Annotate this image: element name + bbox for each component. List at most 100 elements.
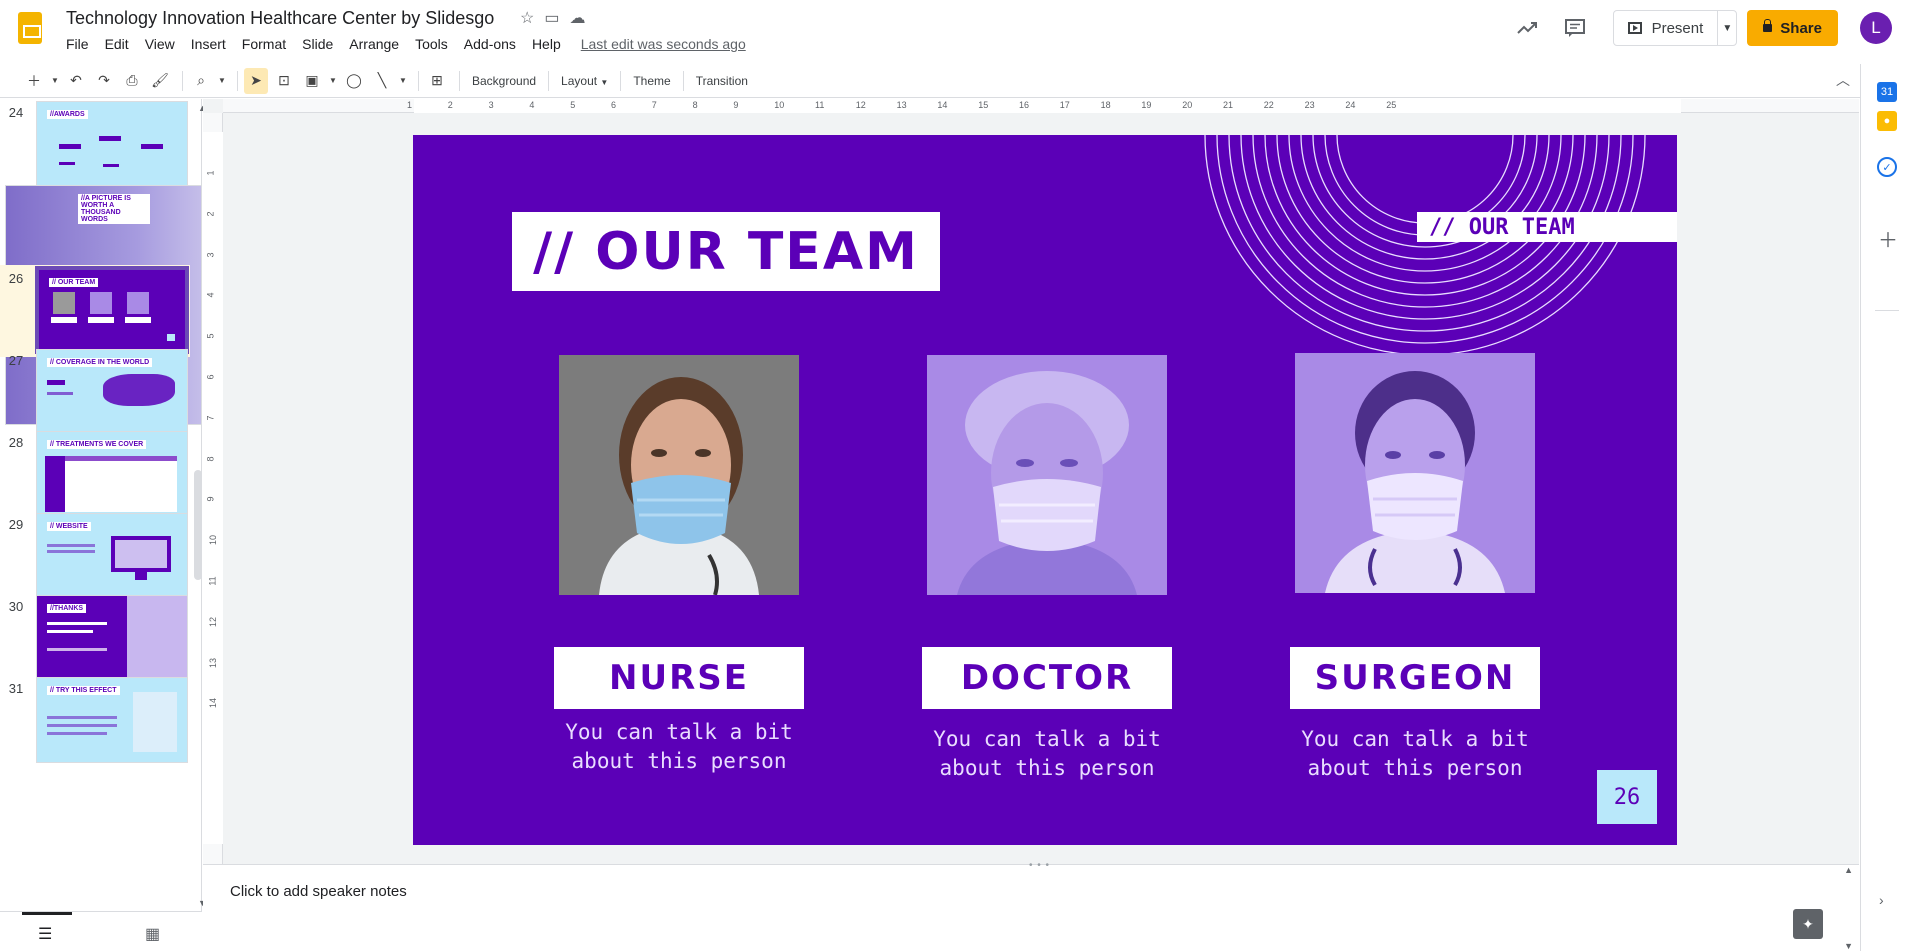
tasks-icon[interactable]: ✓ <box>1877 157 1897 177</box>
menu-insert[interactable]: Insert <box>183 35 234 53</box>
doctor-role-box[interactable]: DOCTOR <box>922 647 1172 709</box>
nurse-role-box[interactable]: NURSE <box>554 647 804 709</box>
nurse-photo[interactable] <box>559 355 799 595</box>
menu-file[interactable]: File <box>58 35 97 53</box>
share-label: Share <box>1780 19 1822 37</box>
insert-image-dropdown-icon[interactable]: ▼ <box>328 68 338 94</box>
slide-title[interactable]: // OUR TEAM <box>512 212 940 291</box>
ruler-tick-label: 20 <box>1182 100 1193 110</box>
redo-icon[interactable]: ↷ <box>92 68 116 94</box>
side-panel-divider <box>1875 310 1899 311</box>
slide-thumbnail-24[interactable]: //AWARDS <box>36 101 188 187</box>
menu-format[interactable]: Format <box>234 35 294 53</box>
last-edit-link[interactable]: Last edit was seconds ago <box>581 36 746 52</box>
paint-format-icon[interactable]: 🖌 <box>148 68 172 94</box>
present-button-group: Present ▼ <box>1612 10 1738 46</box>
doctor-description[interactable]: You can talk a bit about this person <box>922 725 1172 783</box>
vertical-ruler[interactable]: 1 2 3 4 5 6 7 8 9 10 11 12 13 14 <box>203 113 223 864</box>
decorative-arcs <box>1204 135 1646 356</box>
move-folder-icon[interactable]: ▭ <box>544 8 559 28</box>
line-icon[interactable]: ╲ <box>370 68 394 94</box>
new-slide-icon[interactable]: ＋ <box>22 68 46 94</box>
corner-title-label[interactable]: // OUR TEAM <box>1417 212 1677 242</box>
ruler-tick-label: 13 <box>896 100 907 110</box>
slide-number: 31 <box>8 681 24 696</box>
comments-icon[interactable] <box>1555 10 1595 46</box>
surgeon-description[interactable]: You can talk a bit about this person <box>1290 725 1540 783</box>
print-icon[interactable]: ⎙ <box>120 68 144 94</box>
cloud-status-icon[interactable]: ☁ <box>569 8 585 28</box>
grid-view-icon[interactable]: ▦ <box>145 924 160 944</box>
present-button[interactable]: Present <box>1614 11 1719 45</box>
undo-icon[interactable]: ↶ <box>64 68 88 94</box>
expand-side-panel-icon[interactable]: › <box>1879 892 1884 908</box>
filmstrip-view-icon[interactable]: ☰ <box>38 924 52 944</box>
ruler-tick-label: 1 <box>407 100 413 110</box>
shape-icon[interactable]: ◯ <box>342 68 366 94</box>
zoom-dropdown-icon[interactable]: ▼ <box>217 68 227 94</box>
background-button[interactable]: Background <box>466 74 542 88</box>
slide-thumbnail-29[interactable]: // WEBSITE <box>36 513 188 599</box>
horizontal-ruler[interactable]: 1 2 3 4 5 6 7 8 9 10 11 12 13 14 15 16 17 18 19 20 21 22 23 24 2… <box>223 99 1859 113</box>
nurse-description[interactable]: You can talk a bit about this person <box>554 718 804 776</box>
thumbnail-row-28: 28 // TREATMENTS WE COVER <box>0 429 190 521</box>
menu-tools[interactable]: Tools <box>407 35 456 53</box>
slide-thumbnail-28[interactable]: // TREATMENTS WE COVER <box>36 431 188 517</box>
add-comment-icon[interactable]: ⊞ <box>425 68 449 94</box>
menu-add-ons[interactable]: Add-ons <box>456 35 524 53</box>
line-dropdown-icon[interactable]: ▼ <box>398 68 408 94</box>
ruler-tick-label: 11 <box>815 100 825 110</box>
collapse-menus-icon[interactable]: ︿ <box>1836 70 1850 90</box>
menu-view[interactable]: View <box>137 35 183 53</box>
ruler-tick-label: 15 <box>978 100 989 110</box>
ruler-tick-label: 3 <box>205 252 216 258</box>
filmstrip-scrollbar[interactable] <box>194 470 202 580</box>
select-tool-icon[interactable]: ➤ <box>244 67 268 94</box>
ruler-tick-label: 2 <box>205 211 216 217</box>
share-button[interactable]: Share <box>1747 10 1838 46</box>
ruler-tick-label: 7 <box>205 415 216 421</box>
explore-icon[interactable]: ✦ <box>1793 909 1823 939</box>
layout-button[interactable]: Layout ▼ <box>555 74 614 88</box>
ruler-tick-label: 4 <box>529 100 535 110</box>
account-avatar[interactable]: L <box>1860 12 1892 44</box>
calendar-icon[interactable]: 31 <box>1877 82 1897 102</box>
menu-slide[interactable]: Slide <box>294 35 341 53</box>
present-label: Present <box>1651 19 1704 37</box>
surgeon-photo[interactable] <box>1295 353 1535 593</box>
menu-help[interactable]: Help <box>524 35 569 53</box>
slide-thumbnail-31[interactable]: // TRY THIS EFFECT <box>36 677 188 763</box>
slide-thumbnail-26[interactable]: // OUR TEAM <box>35 266 189 354</box>
menu-arrange[interactable]: Arrange <box>341 35 407 53</box>
zoom-icon[interactable]: ⌕ <box>189 68 213 94</box>
get-add-ons-icon[interactable]: ＋ <box>1878 224 1898 253</box>
ruler-tick-label: 12 <box>208 616 219 627</box>
notes-scroll-up-icon[interactable]: ▲ <box>1844 865 1853 875</box>
document-title[interactable]: Technology Innovation Healthcare Center … <box>66 8 494 29</box>
notes-resize-handle[interactable]: • • • <box>1029 860 1050 871</box>
ruler-tick-label: 5 <box>570 100 576 110</box>
slide-canvas[interactable]: // OUR TEAM // OUR TEAM NURSE You can ta… <box>413 135 1677 845</box>
menu-edit[interactable]: Edit <box>97 35 137 53</box>
present-options-dropdown[interactable]: ▼ <box>1718 11 1736 45</box>
notes-scroll-down-icon[interactable]: ▼ <box>1844 941 1853 951</box>
text-box-icon[interactable]: ⊡ <box>272 68 296 94</box>
ruler-tick-label: 10 <box>774 100 785 110</box>
theme-button[interactable]: Theme <box>627 74 676 88</box>
keep-icon[interactable]: ● <box>1877 111 1897 131</box>
insert-image-icon[interactable]: ▣ <box>300 68 324 94</box>
new-slide-dropdown-icon[interactable]: ▼ <box>50 68 60 94</box>
star-icon[interactable]: ☆ <box>520 8 534 28</box>
activity-trend-icon[interactable] <box>1507 10 1547 46</box>
header: Technology Innovation Healthcare Center … <box>0 0 1912 64</box>
slide-page-number[interactable]: 26 <box>1597 770 1657 824</box>
speaker-notes-input[interactable]: Click to add speaker notes <box>230 883 407 900</box>
ruler-tick-label: 4 <box>205 292 216 298</box>
slide-thumbnail-27[interactable]: // COVERAGE IN THE WORLD <box>36 349 188 435</box>
surgeon-role-box[interactable]: SURGEON <box>1290 647 1540 709</box>
doctor-photo[interactable] <box>927 355 1167 595</box>
slides-logo-icon[interactable] <box>18 12 42 44</box>
slide-thumbnail-30[interactable]: //THANKS <box>36 595 188 681</box>
transition-button[interactable]: Transition <box>690 74 754 88</box>
ruler-tick-label: 1 <box>205 170 216 176</box>
